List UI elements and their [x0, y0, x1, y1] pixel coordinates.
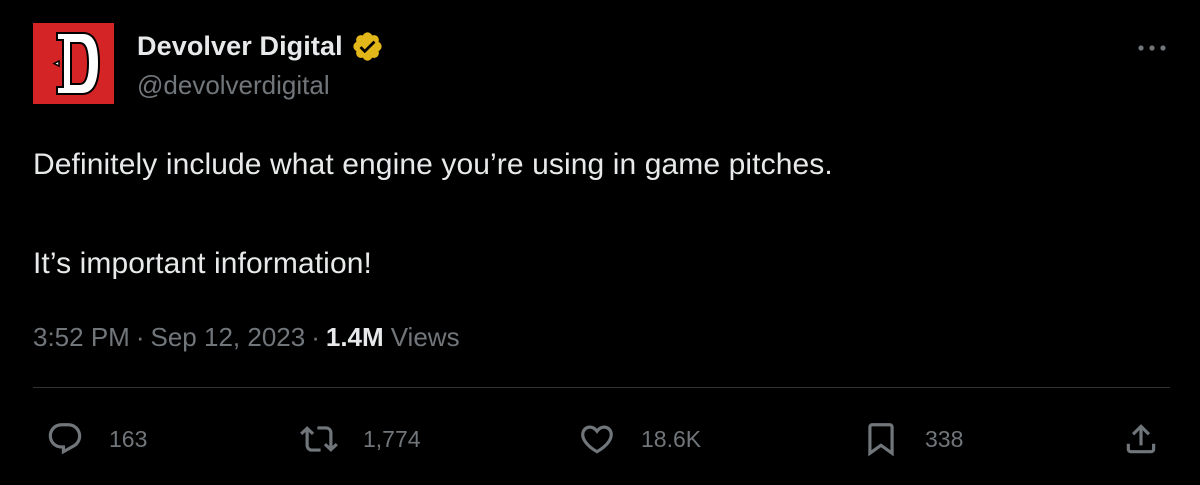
retweet-icon — [300, 426, 338, 452]
tweet-date[interactable]: Sep 12, 2023 — [151, 322, 306, 353]
share-icon — [1126, 424, 1156, 454]
author-handle[interactable]: @devolverdigital — [137, 70, 330, 101]
divider — [33, 387, 1170, 388]
tweet-meta: 3:52 PM · Sep 12, 2023 · 1.4M Views — [33, 322, 460, 353]
tweet-card: Devolver Digital @devolverdigital Defini… — [0, 0, 1200, 485]
meta-separator: · — [311, 322, 320, 352]
tweet-time[interactable]: 3:52 PM — [33, 322, 130, 353]
reply-button[interactable]: 163 — [46, 418, 147, 460]
retweet-button[interactable]: 1,774 — [300, 418, 421, 460]
heart-icon — [581, 425, 613, 454]
more-icon — [1138, 45, 1166, 51]
views-label[interactable]: Views — [391, 322, 460, 353]
reply-icon — [48, 423, 82, 455]
retweet-count: 1,774 — [363, 425, 421, 452]
tweet-text-line-2: It’s important information! — [33, 247, 372, 280]
share-button[interactable] — [1122, 418, 1160, 460]
more-options-button[interactable] — [1134, 36, 1170, 60]
bookmark-count: 338 — [925, 425, 964, 452]
meta-separator: · — [135, 322, 145, 352]
devolver-logo-icon — [33, 23, 114, 104]
author-name-row[interactable]: Devolver Digital — [137, 29, 384, 63]
views-count[interactable]: 1.4M — [326, 322, 384, 353]
tweet-text-line-1: Definitely include what engine you’re us… — [33, 148, 833, 181]
avatar[interactable] — [33, 23, 114, 104]
verified-badge-icon[interactable] — [351, 30, 384, 63]
bookmark-button[interactable]: 338 — [862, 418, 963, 460]
reply-count: 163 — [109, 425, 148, 452]
author-display-name[interactable]: Devolver Digital — [137, 31, 343, 62]
like-count: 18.6K — [641, 425, 702, 452]
like-button[interactable]: 18.6K — [578, 418, 701, 460]
bookmark-icon — [868, 423, 894, 457]
